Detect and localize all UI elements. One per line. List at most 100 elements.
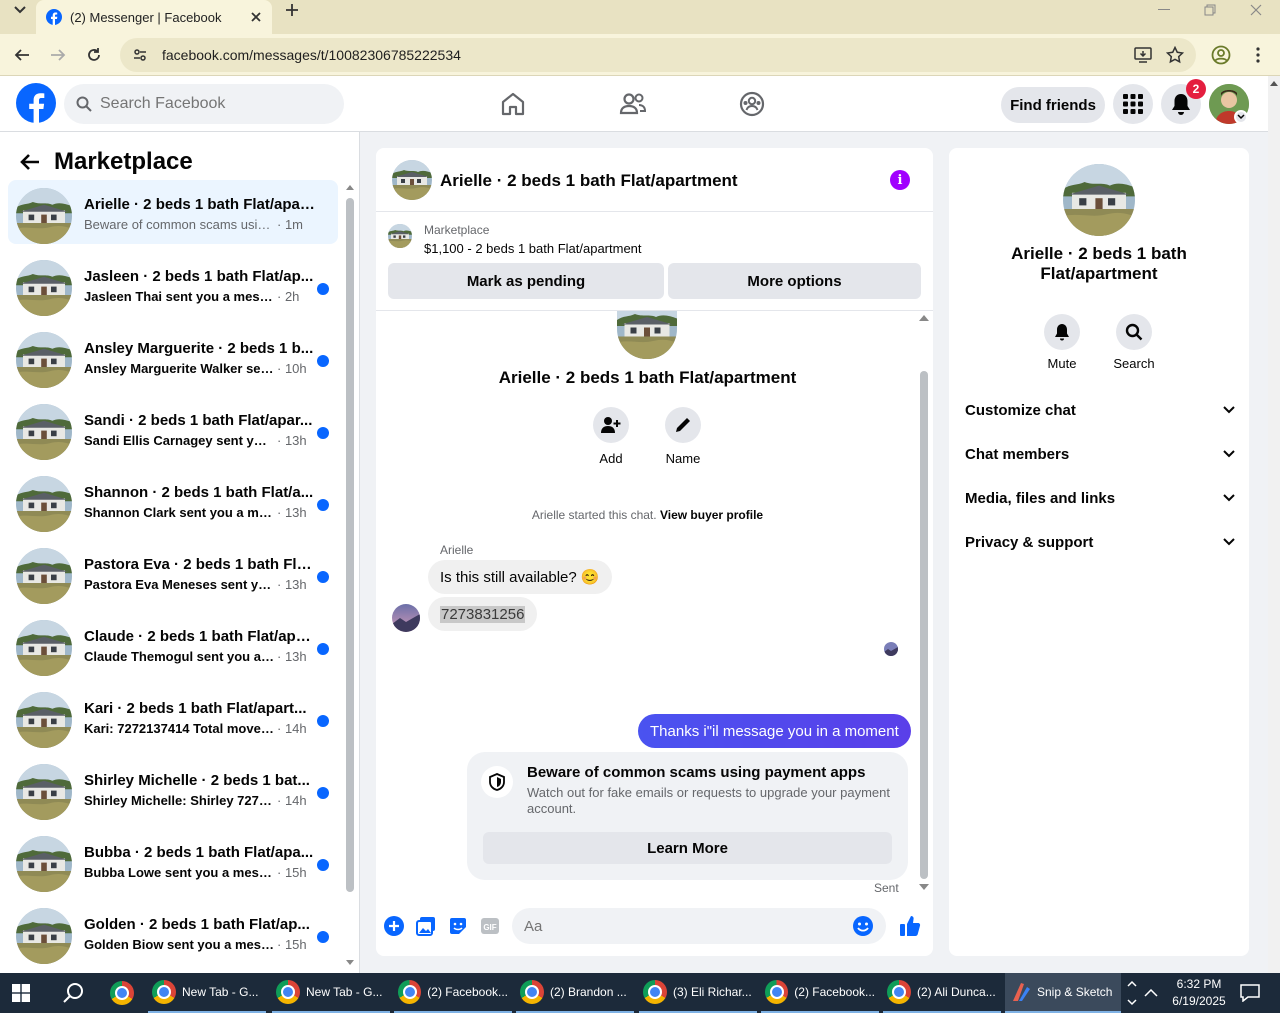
sender-avatar[interactable] — [392, 604, 420, 632]
chrome-icon — [765, 980, 789, 1004]
conversation-item[interactable]: Bubba · 2 beds 1 bath Flat/apa... Bubba L… — [8, 828, 338, 892]
sticker-button[interactable] — [446, 914, 470, 938]
browser-menu-button[interactable] — [1243, 40, 1273, 70]
conversation-name: Jasleen · 2 beds 1 bath Flat/ap... — [84, 268, 314, 285]
conversation-item[interactable]: Arielle · 2 beds 1 bath Flat/apart... Bew… — [8, 180, 338, 244]
incoming-message-phone[interactable]: 7273831256 — [428, 597, 538, 631]
conversation-item[interactable]: Claude · 2 beds 1 bath Flat/apa... Claude… — [8, 612, 338, 676]
groups-nav[interactable] — [736, 88, 768, 120]
conversation-item[interactable]: Shirley Michelle · 2 beds 1 bat... Shirle… — [8, 756, 338, 820]
inbox-scrollbar[interactable] — [346, 198, 354, 892]
chrome-icon — [643, 980, 667, 1004]
media-files-links-section[interactable]: Media, files and links — [965, 486, 1235, 510]
facebook-logo[interactable] — [16, 83, 56, 123]
mark-pending-button[interactable]: Mark as pending — [388, 263, 664, 299]
action-center-button[interactable] — [1236, 973, 1264, 1013]
reload-icon — [88, 48, 100, 61]
info-button[interactable]: i — [890, 170, 910, 190]
privacy-support-section[interactable]: Privacy & support — [965, 530, 1235, 554]
conversation-item[interactable]: Golden · 2 beds 1 bath Flat/ap... Golden … — [8, 900, 338, 964]
name-chat-action[interactable]: Name — [653, 407, 713, 466]
system-clock[interactable]: 6:32 PM 6/19/2025 — [1166, 976, 1232, 1010]
address-bar[interactable]: facebook.com/messages/t/1008230678522253… — [120, 38, 1196, 72]
show-hidden-icons[interactable] — [1140, 973, 1162, 1013]
message-input-box[interactable] — [512, 908, 886, 944]
outgoing-message[interactable]: Thanks i"il message you in a moment — [638, 714, 911, 748]
taskbar-chrome-pinned[interactable] — [106, 973, 138, 1013]
scroll-up-arrow[interactable] — [346, 184, 354, 190]
conversation-thumb — [16, 908, 72, 964]
chat-title[interactable]: Arielle · 2 beds 1 bath Flat/apartment — [440, 171, 738, 191]
taskbar-window[interactable]: (2) Facebook... — [761, 973, 879, 1013]
page-scrollbar[interactable] — [1268, 76, 1280, 973]
search-input[interactable] — [100, 95, 320, 113]
install-icon[interactable] — [1134, 47, 1152, 63]
close-window-button[interactable] — [1233, 0, 1279, 20]
taskbar-window[interactable]: (2) Brandon ... — [516, 973, 634, 1013]
thread-scrollbar[interactable] — [920, 371, 928, 879]
browser-tab-active[interactable]: (2) Messenger | Facebook — [36, 0, 272, 34]
account-menu-caret[interactable] — [1234, 110, 1248, 124]
taskbar-window[interactable]: New Tab - G... — [148, 973, 266, 1013]
taskbar-scroll[interactable] — [1123, 973, 1141, 1013]
taskbar-window[interactable]: (3) Eli Richar... — [639, 973, 757, 1013]
add-people-action[interactable]: Add — [581, 407, 641, 466]
gif-button[interactable]: GIF — [478, 914, 502, 938]
tab-search-dropdown[interactable] — [6, 0, 34, 20]
minimize-button[interactable] — [1141, 0, 1187, 20]
search-in-chat-action[interactable]: Search — [1104, 314, 1164, 371]
taskbar-window[interactable]: New Tab - G... — [272, 973, 390, 1013]
forward-button[interactable] — [43, 40, 73, 70]
conversation-item[interactable]: Kari · 2 beds 1 bath Flat/apart... Kari: … — [8, 684, 338, 748]
listing-price-title[interactable]: $1,100 - 2 beds 1 bath Flat/apartment — [424, 241, 642, 256]
house-photo — [16, 548, 72, 604]
taskbar-window[interactable]: (2) Facebook... — [394, 973, 512, 1013]
emoji-icon[interactable] — [852, 915, 874, 937]
conversation-item[interactable]: Pastora Eva · 2 beds 1 bath Flat... Pasto… — [8, 540, 338, 604]
close-icon[interactable] — [250, 11, 262, 23]
home-nav[interactable] — [497, 88, 529, 120]
customize-chat-section[interactable]: Customize chat — [965, 398, 1235, 422]
start-button[interactable] — [8, 973, 34, 1013]
profile-button[interactable] — [1206, 40, 1236, 70]
thread-scroll-down[interactable] — [919, 884, 929, 890]
star-icon[interactable] — [1166, 46, 1184, 64]
scroll-down-arrow[interactable] — [346, 960, 354, 966]
back-arrow-icon[interactable] — [20, 153, 40, 171]
listing-photo[interactable] — [392, 160, 432, 200]
listing-photo[interactable] — [1063, 164, 1135, 236]
reload-button[interactable] — [79, 40, 109, 70]
conversation-item[interactable]: Sandi · 2 beds 1 bath Flat/apar... Sandi … — [8, 396, 338, 460]
conversation-item[interactable]: Jasleen · 2 beds 1 bath Flat/ap... Jaslee… — [8, 252, 338, 316]
taskbar-window[interactable]: Snip & Sketch — [1005, 973, 1121, 1013]
conversation-item[interactable]: Ansley Marguerite · 2 beds 1 b... Ansley … — [8, 324, 338, 388]
marketplace-label: Marketplace — [424, 223, 490, 237]
message-input[interactable] — [524, 917, 852, 935]
menu-button[interactable] — [1113, 84, 1153, 124]
friends-nav[interactable] — [617, 88, 649, 120]
mute-action[interactable]: Mute — [1032, 314, 1092, 371]
url-text[interactable]: facebook.com/messages/t/1008230678522253… — [162, 47, 1120, 63]
like-button[interactable] — [898, 914, 922, 938]
facebook-search[interactable] — [64, 84, 344, 124]
site-info-icon[interactable] — [132, 47, 148, 63]
attach-photo-button[interactable] — [414, 914, 438, 938]
view-buyer-profile-link[interactable]: View buyer profile — [660, 508, 763, 522]
thread-scroll-up[interactable] — [919, 315, 929, 321]
new-tab-button[interactable] — [280, 0, 304, 20]
taskbar-search-button[interactable] — [58, 973, 88, 1013]
more-options-button[interactable]: More options — [668, 263, 921, 299]
conversation-item[interactable]: Shannon · 2 beds 1 bath Flat/a... Shannon… — [8, 468, 338, 532]
back-button[interactable] — [7, 40, 37, 70]
chat-members-section[interactable]: Chat members — [965, 442, 1235, 466]
find-friends-button[interactable]: Find friends — [1001, 87, 1105, 123]
learn-more-button[interactable]: Learn More — [483, 832, 892, 864]
taskbar-window[interactable]: (2) Ali Dunca... — [883, 973, 1001, 1013]
more-actions-button[interactable] — [382, 914, 406, 938]
updown-icon — [1127, 980, 1137, 1006]
message-text: Is this still available? 😊 — [440, 569, 600, 586]
incoming-message[interactable]: Is this still available? 😊 — [428, 560, 612, 594]
restore-button[interactable] — [1187, 0, 1233, 20]
listing-thumb[interactable] — [388, 224, 412, 248]
conversation-preview-row: Sandi Ellis Carnagey sent you a... · 13h — [84, 433, 324, 448]
